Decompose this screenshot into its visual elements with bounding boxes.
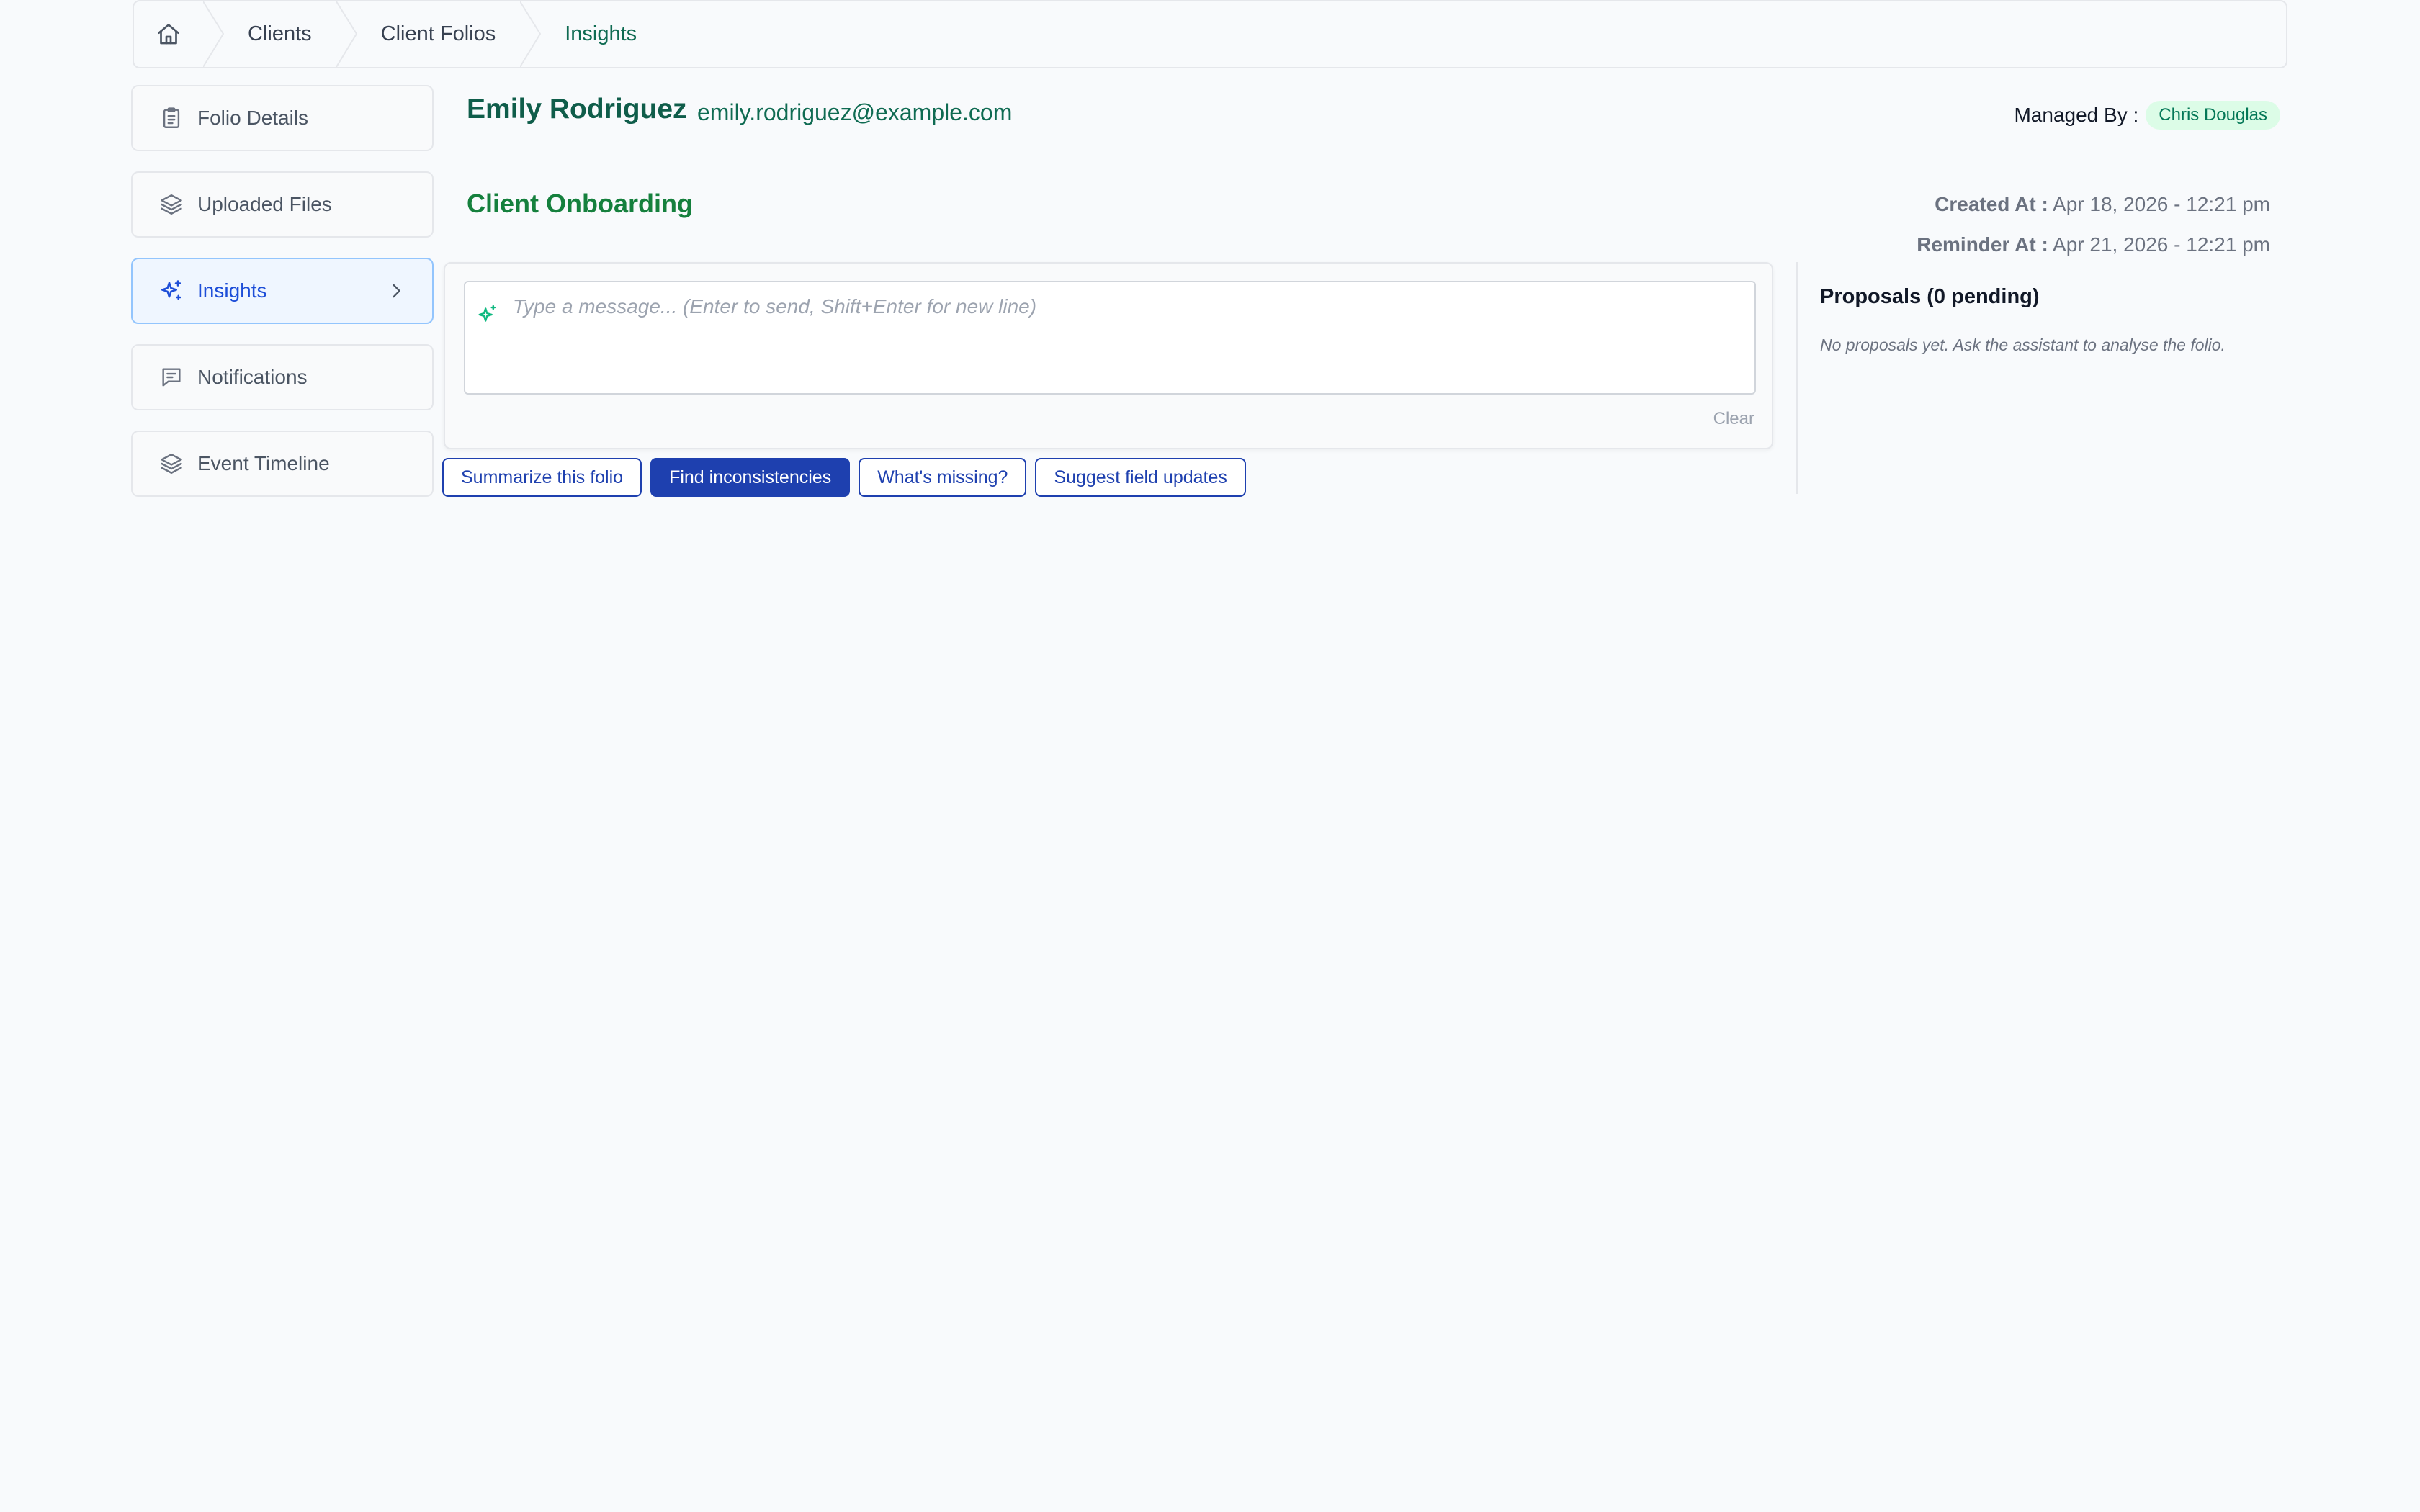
sidebar-item-label: Uploaded Files bbox=[197, 193, 332, 215]
created-at-label: Created At : bbox=[1935, 193, 2048, 215]
summarize-folio-button[interactable]: Summarize this folio bbox=[442, 458, 642, 497]
client-name: Emily Rodriguez bbox=[467, 94, 687, 125]
breadcrumb-label: Client Folios bbox=[380, 22, 496, 45]
sparkles-icon bbox=[157, 276, 186, 305]
sidebar-item-notifications[interactable]: Notifications bbox=[131, 344, 434, 410]
suggest-field-updates-button[interactable]: Suggest field updates bbox=[1035, 458, 1246, 497]
clipboard-icon bbox=[157, 104, 186, 132]
sidebar-item-event-timeline[interactable]: Event Timeline bbox=[131, 431, 434, 497]
breadcrumb-clients[interactable]: Clients bbox=[203, 1, 357, 67]
sidebar-item-label: Notifications bbox=[197, 366, 308, 388]
sparkles-icon bbox=[478, 305, 496, 322]
proposals-empty-state: No proposals yet. Ask the assistant to a… bbox=[1820, 336, 2226, 354]
chat-panel: Clear bbox=[444, 262, 1773, 449]
managed-by: Managed By : Chris Douglas bbox=[2014, 101, 2280, 130]
manager-badge: Chris Douglas bbox=[2146, 101, 2280, 130]
created-at-value: Apr 18, 2026 - 12:21 pm bbox=[2053, 193, 2270, 215]
sidebar-item-insights[interactable]: Insights bbox=[131, 258, 434, 324]
reminder-at: Reminder At : Apr 21, 2026 - 12:21 pm bbox=[1917, 233, 2270, 256]
breadcrumb-label: Insights bbox=[565, 22, 637, 45]
breadcrumb-home[interactable] bbox=[134, 1, 225, 67]
proposals-title: Proposals (0 pending) bbox=[1820, 285, 2040, 308]
page: Clients Client Folios Insights Folio Det… bbox=[0, 0, 2420, 1512]
quick-actions: Summarize this folio Find inconsistencie… bbox=[442, 458, 1246, 497]
breadcrumb-insights: Insights bbox=[520, 1, 661, 67]
home-icon bbox=[158, 23, 179, 44]
sidebar-item-uploaded-files[interactable]: Uploaded Files bbox=[131, 171, 434, 238]
layers-icon bbox=[157, 449, 186, 478]
panel-divider bbox=[1796, 262, 1798, 494]
reminder-at-value: Apr 21, 2026 - 12:21 pm bbox=[2053, 233, 2270, 256]
layers-icon bbox=[157, 190, 186, 219]
section-title: Client Onboarding bbox=[467, 189, 693, 218]
reminder-at-label: Reminder At : bbox=[1917, 233, 2048, 256]
sidebar-item-label: Event Timeline bbox=[197, 452, 330, 474]
message-square-icon bbox=[157, 363, 186, 392]
clear-button[interactable]: Clear bbox=[1713, 409, 1754, 429]
breadcrumb-label: Clients bbox=[248, 22, 312, 45]
sidebar-item-label: Folio Details bbox=[197, 107, 309, 129]
client-email: emily.rodriguez@example.com bbox=[697, 99, 1013, 125]
find-inconsistencies-button[interactable]: Find inconsistencies bbox=[650, 458, 851, 497]
managed-by-label: Managed By : bbox=[2014, 104, 2139, 126]
sidebar-item-folio-details[interactable]: Folio Details bbox=[131, 85, 434, 151]
breadcrumb-client-folios[interactable]: Client Folios bbox=[336, 1, 542, 67]
sidebar-item-label: Insights bbox=[197, 279, 267, 302]
whats-missing-button[interactable]: What's missing? bbox=[859, 458, 1027, 497]
breadcrumb: Clients Client Folios Insights bbox=[133, 0, 2287, 68]
chevron-right-icon bbox=[393, 284, 400, 298]
created-at: Created At : Apr 18, 2026 - 12:21 pm bbox=[1935, 193, 2270, 216]
chat-input-box bbox=[464, 281, 1756, 395]
chat-message-input[interactable] bbox=[513, 295, 1737, 382]
sidebar: Folio Details Uploaded Files Insights No… bbox=[131, 85, 434, 517]
